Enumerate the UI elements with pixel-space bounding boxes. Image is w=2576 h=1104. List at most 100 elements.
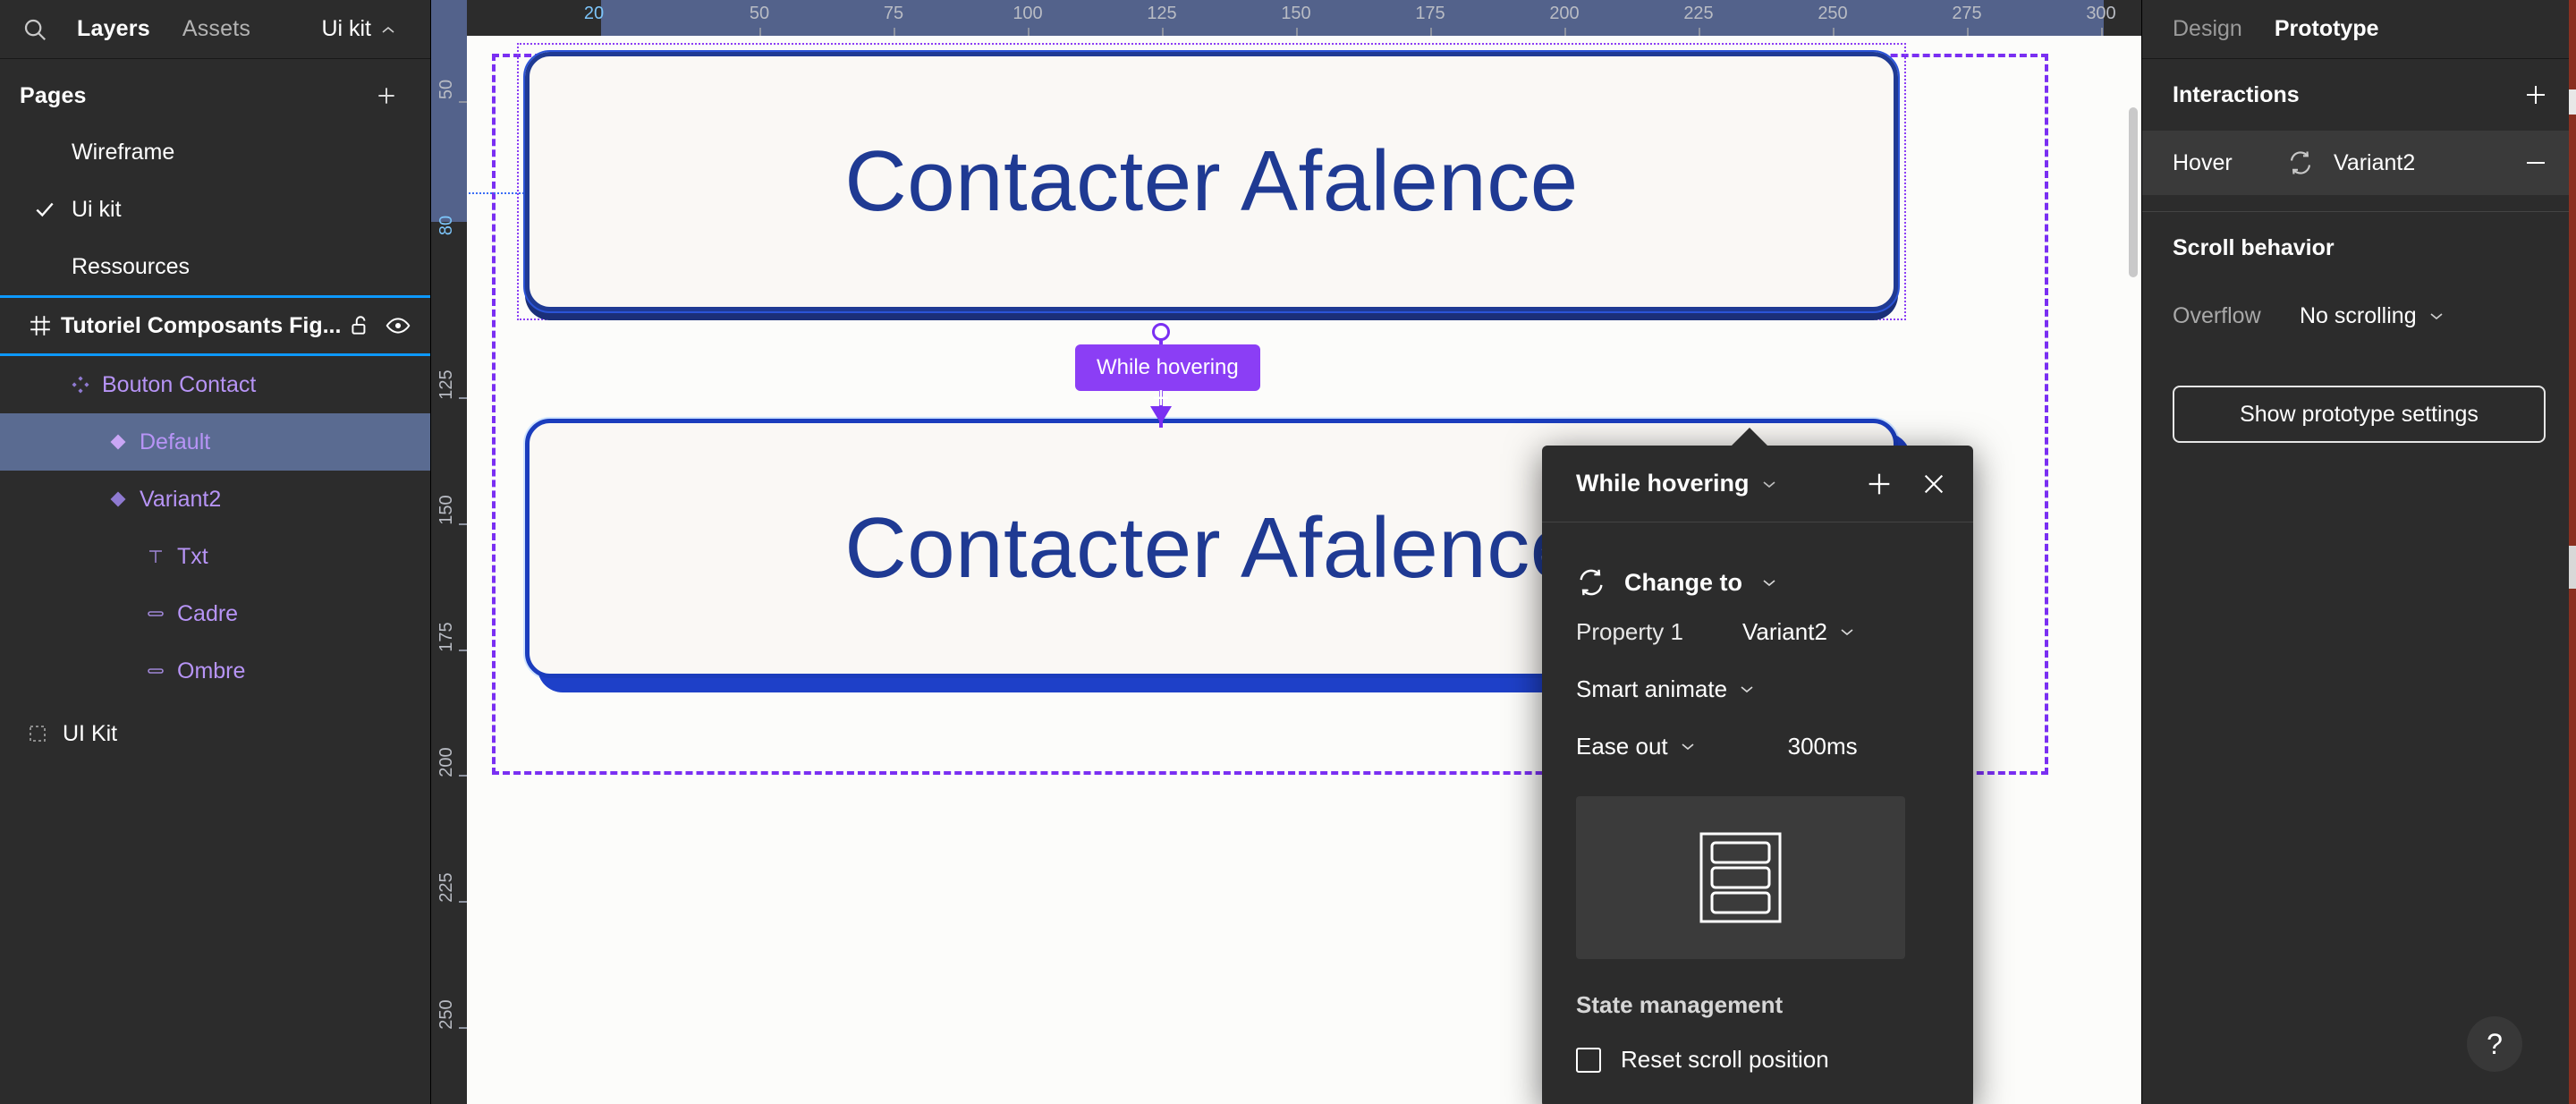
artboard-default-button[interactable]: Contacter Afalence — [525, 52, 1898, 311]
property-value-dropdown[interactable]: Variant2 — [1742, 618, 1856, 646]
scrollbar-marker-mid — [2569, 546, 2576, 589]
canvas-viewport[interactable]: Contacter Afalence While hovering + Cont… — [431, 36, 2141, 1104]
ruler-tick-175: 175 — [1415, 4, 1445, 23]
add-page-button[interactable] — [369, 79, 403, 113]
variant-icon — [0, 488, 129, 510]
tab-design[interactable]: Design — [2173, 16, 2242, 42]
chevron-down-icon — [1738, 683, 1756, 695]
pages-title: Pages — [20, 82, 87, 108]
layer-label: Txt — [177, 543, 208, 569]
layer-row-actions — [348, 313, 430, 338]
ruler-horizontal: 20 50 75 100 125 150 175 200 225 250 275… — [431, 0, 2141, 36]
add-interaction-plus-icon[interactable]: + — [1152, 383, 1170, 413]
layer-row-bouton-contact[interactable]: Bouton Contact — [0, 356, 430, 413]
scroll-behavior-title: Scroll behavior — [2173, 234, 2334, 260]
canvas-area[interactable]: 20 50 75 100 125 150 175 200 225 250 275… — [431, 0, 2141, 1104]
action-label: Change to — [1624, 568, 1742, 596]
overflow-value-dropdown[interactable]: No scrolling — [2300, 303, 2445, 329]
layer-label: Tutoriel Composants Fig... — [61, 312, 342, 338]
page-item-wireframe[interactable]: Wireframe — [0, 123, 430, 181]
chevron-down-icon[interactable] — [1760, 478, 1778, 490]
popover-body: Change to Property 1 Variant2 Smart anim… — [1542, 522, 1973, 1074]
overflow-value-label: No scrolling — [2300, 302, 2417, 328]
layer-label: Variant2 — [140, 486, 222, 512]
interaction-row-hover[interactable]: Hover Variant2 — [2142, 131, 2576, 195]
left-sidebar: Layers Assets Ui kit Pages Wireframe Ui … — [0, 0, 431, 1104]
canvas-vertical-scrollbar[interactable] — [2129, 107, 2138, 277]
scroll-behavior-section-header: Scroll behavior — [2142, 212, 2576, 284]
state-management-title: State management — [1576, 991, 1784, 1018]
tab-assets[interactable]: Assets — [166, 16, 267, 42]
interaction-destination-label: Variant2 — [2334, 149, 2416, 175]
button-text-variant2: Contacter Afalence — [844, 500, 1579, 596]
rectangle-icon — [0, 660, 166, 682]
chevron-down-icon — [1679, 740, 1697, 752]
property-row: Property 1 Variant2 — [1576, 603, 1939, 660]
reset-scroll-row[interactable]: Reset scroll position — [1576, 1046, 1939, 1074]
layer-row-ombre[interactable]: Ombre — [0, 642, 430, 700]
property-value-label: Variant2 — [1742, 617, 1827, 645]
ruler-selection-range-horizontal — [601, 0, 2104, 36]
close-icon[interactable] — [1919, 470, 1948, 498]
layer-row-txt[interactable]: Txt — [0, 528, 430, 585]
interaction-trigger-label: Hover — [2173, 149, 2233, 175]
component-set-icon — [0, 374, 91, 395]
overflow-key-label: Overflow — [2173, 302, 2261, 328]
interaction-details-popover[interactable]: While hovering Change to Property 1 Vari… — [1542, 428, 1973, 1104]
action-row[interactable]: Change to — [1576, 567, 1939, 598]
popover-title: While hovering — [1576, 470, 1750, 497]
ruler-tick-v-200: 200 — [436, 747, 456, 777]
layer-row-tutoriel-composants[interactable]: Tutoriel Composants Fig... — [0, 295, 430, 356]
prototype-connector-start-dot[interactable] — [1152, 323, 1170, 341]
layer-row-cadre[interactable]: Cadre — [0, 585, 430, 642]
popover-header: While hovering — [1542, 446, 1973, 522]
interactions-title: Interactions — [2173, 81, 2300, 107]
scrollbar-marker-top — [2569, 89, 2576, 115]
ruler-tick-v-150: 150 — [436, 495, 456, 525]
ruler-tick-125: 125 — [1147, 4, 1177, 23]
page-item-ressources[interactable]: Ressources — [0, 238, 430, 295]
duration-value[interactable]: 300ms — [1788, 733, 1858, 760]
section-icon — [0, 723, 48, 744]
animation-row[interactable]: Smart animate — [1576, 660, 1939, 718]
ruler-tick-75: 75 — [883, 4, 904, 23]
right-panel-tabbar: Design Prototype — [2142, 0, 2576, 59]
frame-icon — [20, 314, 61, 337]
ruler-tick-100: 100 — [1013, 4, 1043, 23]
file-name-label: Ui kit — [321, 16, 371, 41]
layer-row-variant2[interactable]: Variant2 — [0, 471, 430, 528]
help-button[interactable]: ? — [2467, 1016, 2522, 1072]
ruler-tick-v-50: 50 — [436, 79, 456, 100]
variant-icon — [0, 431, 129, 453]
page-label: Wireframe — [72, 139, 175, 165]
ruler-tick-v-250: 250 — [436, 999, 456, 1030]
change-to-icon — [2287, 149, 2326, 176]
alignment-guide — [465, 192, 528, 194]
eye-icon[interactable] — [386, 313, 411, 338]
layer-label: Ombre — [177, 658, 246, 684]
interactions-section-header: Interactions — [2142, 59, 2576, 131]
easing-row[interactable]: Ease out 300ms — [1576, 718, 1939, 775]
chevron-down-icon — [2428, 310, 2445, 322]
remove-interaction-button[interactable] — [2522, 149, 2549, 176]
tab-layers[interactable]: Layers — [61, 16, 166, 42]
tab-prototype[interactable]: Prototype — [2275, 16, 2379, 42]
layer-row-ui-kit-section[interactable]: UI Kit — [0, 705, 430, 762]
page-item-ui-kit[interactable]: Ui kit — [0, 181, 430, 238]
show-prototype-settings-button[interactable]: Show prototype settings — [2173, 386, 2546, 443]
text-icon — [0, 546, 166, 567]
easing-preview-box — [1576, 796, 1905, 959]
add-interaction-button[interactable] — [1864, 469, 1894, 499]
ruler-tick-v-225: 225 — [436, 872, 456, 903]
pages-header: Pages — [0, 68, 430, 123]
add-interaction-button[interactable] — [2522, 81, 2549, 108]
layer-row-default[interactable]: Default — [0, 413, 430, 471]
right-panel: Design Prototype Interactions Hover Vari… — [2141, 0, 2576, 1104]
search-icon[interactable] — [20, 14, 50, 45]
reset-scroll-checkbox[interactable] — [1576, 1047, 1601, 1073]
action-chevron-down-icon[interactable] — [1760, 576, 1778, 589]
ruler-tick-225: 225 — [1683, 4, 1714, 23]
rectangle-icon — [0, 603, 166, 624]
unlock-icon[interactable] — [348, 314, 371, 337]
file-name-dropdown[interactable]: Ui kit — [321, 16, 411, 42]
